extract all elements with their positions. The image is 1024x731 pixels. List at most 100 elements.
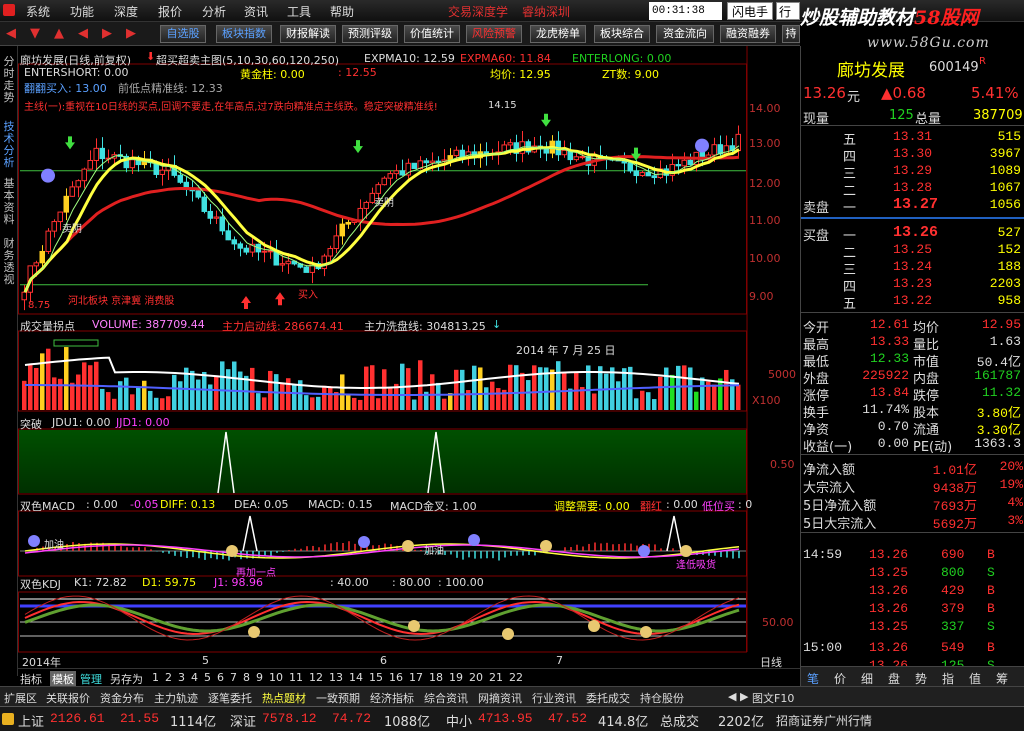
panel-tab-5[interactable]: 势 xyxy=(915,670,927,687)
indicator-tab-22[interactable]: 18 xyxy=(429,671,443,684)
bid-row-4[interactable]: 四 13.23 2203 xyxy=(801,275,1024,295)
indicator-tab-20[interactable]: 16 xyxy=(389,671,403,684)
candle-body xyxy=(99,147,105,160)
ask-row-4[interactable]: 二 13.28 1067 xyxy=(801,179,1024,199)
ask-row-3[interactable]: 三 13.29 1089 xyxy=(801,162,1024,182)
toolbar-dragon[interactable]: 龙虎榜单 xyxy=(530,25,586,43)
indicator-tab-8[interactable]: 4 xyxy=(191,671,198,684)
indicator-tab-17[interactable]: 13 xyxy=(329,671,343,684)
indicator-tab-10[interactable]: 6 xyxy=(217,671,224,684)
func-tab-4[interactable]: 主力轨迹 xyxy=(154,690,198,706)
panel-tab-2[interactable]: 价 xyxy=(834,670,846,687)
menu-system[interactable]: 系统 xyxy=(26,3,50,20)
toolbar-value[interactable]: 价值统计 xyxy=(404,25,460,43)
indicator-tab-9[interactable]: 5 xyxy=(204,671,211,684)
forward-arrow-icon[interactable]: ▶ xyxy=(126,26,136,41)
func-tab-8[interactable]: 经济指标 xyxy=(370,690,414,706)
indicator-tab-13[interactable]: 9 xyxy=(256,671,263,684)
func-tab-10[interactable]: 网摘资讯 xyxy=(478,690,522,706)
indicator-tab-4[interactable]: 另存为 xyxy=(110,671,143,687)
indicator-tab-18[interactable]: 14 xyxy=(349,671,363,684)
tab-profile[interactable]: 基本资料 xyxy=(2,178,16,226)
down-arrow-icon[interactable]: ▼ xyxy=(30,26,40,41)
refresh-icon[interactable]: ▶ xyxy=(102,26,112,41)
indicator-tab-11[interactable]: 7 xyxy=(230,671,237,684)
func-tab-11[interactable]: 行业资讯 xyxy=(532,690,576,706)
ask-row-5[interactable]: 卖盘一 13.27 1056 xyxy=(801,196,1024,216)
indicator-tab-1[interactable]: 指标 xyxy=(20,671,42,687)
candle-body xyxy=(681,159,687,167)
panel-tab-7[interactable]: 值 xyxy=(969,670,981,687)
menu-analysis[interactable]: 分析 xyxy=(202,3,226,20)
bid-row-5[interactable]: 五 13.22 958 xyxy=(801,292,1024,312)
tab-finance[interactable]: 财务透视 xyxy=(2,238,16,286)
func-tab-7[interactable]: 一致预期 xyxy=(316,690,360,706)
indicator-tab-3[interactable]: 管理 xyxy=(80,671,102,687)
panel-tab-1[interactable]: 笔 xyxy=(807,670,819,687)
func-prev-icon[interactable]: ◀ xyxy=(728,690,736,703)
indicator-tab-16[interactable]: 12 xyxy=(309,671,323,684)
panel-tab-4[interactable]: 盘 xyxy=(888,670,900,687)
func-tab-12[interactable]: 委托成交 xyxy=(586,690,630,706)
indicator-tab-24[interactable]: 20 xyxy=(469,671,483,684)
menu-news[interactable]: 资讯 xyxy=(244,3,268,20)
menu-help[interactable]: 帮助 xyxy=(330,3,354,20)
toolbar-watchlist[interactable]: 自选股 xyxy=(160,25,206,43)
flash-trade-button[interactable]: 闪电手 xyxy=(727,2,774,20)
menu-ad-2[interactable]: 睿纳深圳 xyxy=(522,3,570,20)
indicator-tab-15[interactable]: 11 xyxy=(289,671,303,684)
indicator-tab-5[interactable]: 1 xyxy=(152,671,159,684)
indicator-tab-19[interactable]: 15 xyxy=(369,671,383,684)
func-next-icon[interactable]: ▶ xyxy=(740,690,748,703)
indicator-tab-21[interactable]: 17 xyxy=(409,671,423,684)
func-tab-9[interactable]: 综合资讯 xyxy=(424,690,468,706)
indicator-tab-25[interactable]: 21 xyxy=(489,671,503,684)
ask-row-2[interactable]: 四 13.30 3967 xyxy=(801,145,1024,165)
menu-ad-1[interactable]: 交易深度学 xyxy=(448,3,508,20)
f10-button[interactable]: 图文F10 xyxy=(752,690,794,706)
bid-row-2[interactable]: 二 13.25 152 xyxy=(801,241,1024,261)
bid-price-5: 13.22 xyxy=(893,293,933,308)
func-tab-5[interactable]: 逐笔委托 xyxy=(208,690,252,706)
func-tab-13[interactable]: 持仓股份 xyxy=(640,690,684,706)
panel-tab-6[interactable]: 指 xyxy=(942,670,954,687)
menu-depth[interactable]: 深度 xyxy=(114,3,138,20)
indicator-tab-7[interactable]: 3 xyxy=(178,671,185,684)
func-tab-2[interactable]: 关联报价 xyxy=(46,690,90,706)
menu-tools[interactable]: 工具 xyxy=(287,3,311,20)
toolbar-fundflow[interactable]: 资金流向 xyxy=(656,25,714,43)
indicator-tab-14[interactable]: 10 xyxy=(269,671,283,684)
bid-row-1[interactable]: 买盘一 13.26 527 xyxy=(801,224,1024,244)
toolbar-report[interactable]: 财报解读 xyxy=(280,25,336,43)
func-tab-1[interactable]: 扩展区 xyxy=(4,690,37,706)
toolbar-sector-index[interactable]: 板块指数 xyxy=(216,25,272,43)
func-tab-6[interactable]: 热点题材 xyxy=(262,690,306,706)
menu-quote[interactable]: 报价 xyxy=(158,3,182,20)
toolbar-margin[interactable]: 融资融券 xyxy=(720,25,776,43)
indicator-tab-12[interactable]: 8 xyxy=(243,671,250,684)
indicator-tab-26[interactable]: 22 xyxy=(509,671,523,684)
toolbar-risk[interactable]: 风险预警 xyxy=(466,25,522,43)
panel-tab-3[interactable]: 细 xyxy=(861,670,873,687)
chart-canvas[interactable] xyxy=(18,46,800,668)
left-rail: 分时走势 技术分析 基本资料 财务透视 xyxy=(0,46,18,676)
indicator-tab-23[interactable]: 19 xyxy=(449,671,463,684)
panel-tab-8[interactable]: 筹 xyxy=(996,670,1008,687)
menu-function[interactable]: 功能 xyxy=(70,3,94,20)
func-tab-3[interactable]: 资金分布 xyxy=(100,690,144,706)
ask-row-1[interactable]: 五 13.31 515 xyxy=(801,128,1024,148)
tab-intraday[interactable]: 分时走势 xyxy=(2,56,16,104)
tab-technical[interactable]: 技术分析 xyxy=(2,121,16,169)
back-arrow-icon[interactable]: ◀ xyxy=(6,26,16,41)
chart-area[interactable]: 廊坊发展(日线,前复权) ⬇ 超买超卖主图(5,10,30,60,120,250… xyxy=(18,46,800,669)
toolbar-more[interactable]: 持 xyxy=(782,25,800,43)
indicator-tab-2[interactable]: 模板 xyxy=(50,671,76,687)
indicator-tab-6[interactable]: 2 xyxy=(165,671,172,684)
bid-row-3[interactable]: 三 13.24 188 xyxy=(801,258,1024,278)
toolbar-sector[interactable]: 板块综合 xyxy=(594,25,650,43)
quote-button[interactable]: 行情 xyxy=(776,2,800,20)
prev-arrow-icon[interactable]: ◀ xyxy=(78,26,88,41)
macd-cross: MACD金叉: 1.00 xyxy=(390,500,477,513)
up-arrow-icon[interactable]: ▲ xyxy=(54,26,64,41)
toolbar-forecast[interactable]: 预测评级 xyxy=(342,25,398,43)
